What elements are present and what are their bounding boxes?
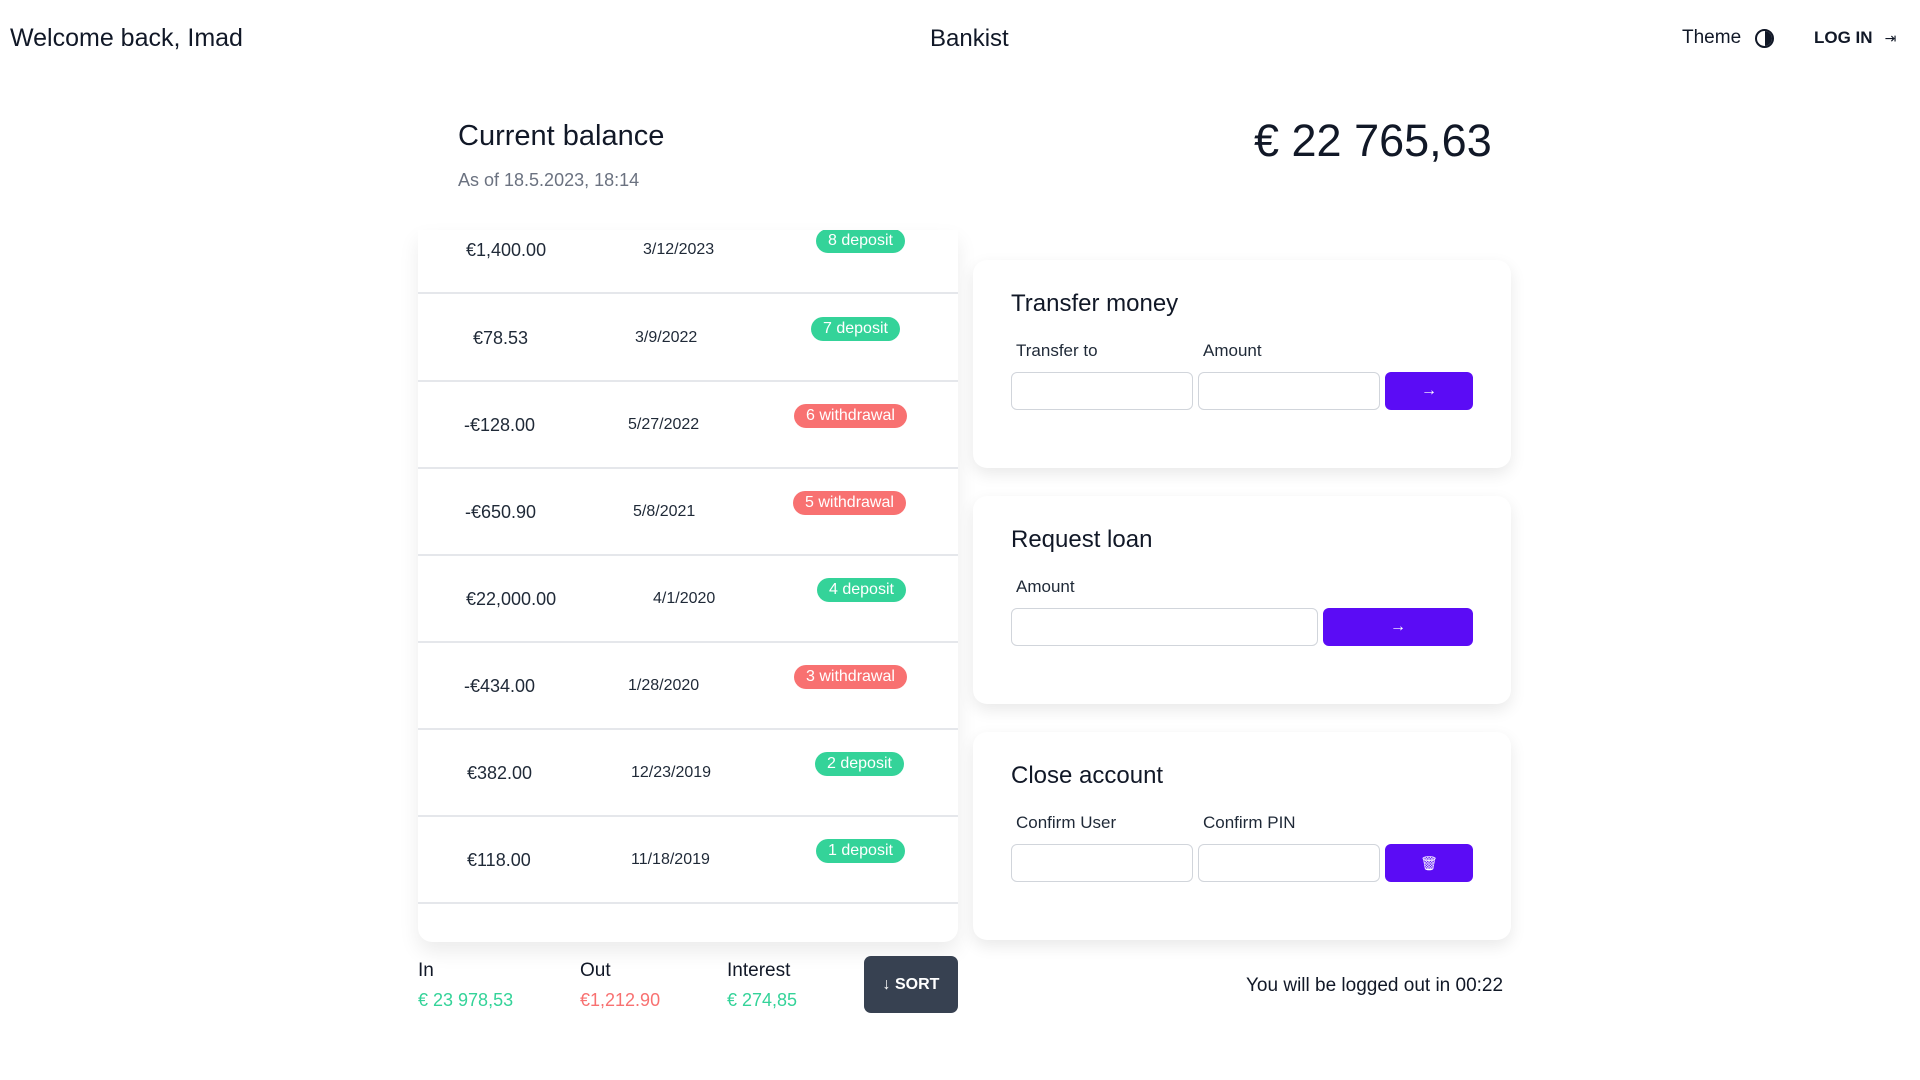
close-account-title: Close account xyxy=(1011,762,1164,789)
movement-date: 5/8/2021 xyxy=(633,503,696,520)
movement-date: 12/23/2019 xyxy=(631,764,712,781)
transfer-submit-button[interactable]: → xyxy=(1385,372,1473,410)
loan-card: Request loan Amount → xyxy=(973,496,1511,704)
movement-date: 11/18/2019 xyxy=(631,851,710,868)
movement-row: -€650.90 5/8/2021 5 withdrawal xyxy=(418,470,958,556)
summary-in-label: In xyxy=(418,960,434,981)
summary-out-value: €1,212.90 xyxy=(580,990,661,1010)
movement-amount: -€650.90 xyxy=(465,502,537,522)
movement-type-badge: 8 deposit xyxy=(816,230,905,253)
movement-amount: €22,000.00 xyxy=(466,589,557,609)
theme-toggle[interactable]: Theme xyxy=(1682,27,1775,49)
movement-amount: -€128.00 xyxy=(464,415,536,435)
trash-icon: 🗑 xyxy=(1420,854,1438,871)
movement-date: 3/12/2023 xyxy=(643,241,715,258)
confirm-user-label: Confirm User xyxy=(1016,813,1117,832)
loan-title: Request loan xyxy=(1011,526,1153,553)
movement-row: €382.00 12/23/2019 2 deposit xyxy=(418,731,958,817)
confirm-user-input[interactable] xyxy=(1011,844,1193,882)
logout-timer: You will be logged out in 00:22 xyxy=(1246,975,1504,996)
movement-type-badge: 4 deposit xyxy=(817,578,906,602)
welcome-message: Welcome back, Imad xyxy=(10,24,243,52)
movement-row: -€128.00 5/27/2022 6 withdrawal xyxy=(418,383,958,469)
movement-date: 3/9/2022 xyxy=(635,329,698,346)
loan-submit-button[interactable]: → xyxy=(1323,608,1473,646)
close-account-card: Close account Confirm User Confirm PIN 🗑 xyxy=(973,732,1511,940)
summary-out-label: Out xyxy=(580,960,611,981)
top-nav: Welcome back, Imad Bankist Theme LOG IN … xyxy=(0,0,1920,80)
confirm-pin-label: Confirm PIN xyxy=(1203,813,1296,832)
balance-date: As of 18.5.2023, 18:14 xyxy=(458,170,640,190)
movement-amount: €1,400.00 xyxy=(466,240,547,260)
transfer-card: Transfer money Transfer to Amount → xyxy=(973,260,1511,468)
loan-amount-label: Amount xyxy=(1016,577,1075,596)
theme-label: Theme xyxy=(1682,27,1742,48)
movement-type-badge: 5 withdrawal xyxy=(793,491,906,515)
login-label: LOG IN xyxy=(1814,28,1873,47)
movement-type-badge: 2 deposit xyxy=(815,752,904,776)
movements-list[interactable]: €1,400.00 3/12/2023 8 deposit €78.53 3/9… xyxy=(418,230,958,942)
sort-button[interactable]: ↓ SORT xyxy=(864,956,958,1013)
summary-interest-value: € 274,85 xyxy=(727,990,798,1010)
movement-date: 5/27/2022 xyxy=(628,416,700,433)
transfer-to-input[interactable] xyxy=(1011,372,1193,410)
movement-amount: -€434.00 xyxy=(464,676,536,696)
confirm-pin-input[interactable] xyxy=(1198,844,1380,882)
summary-in-value: € 23 978,53 xyxy=(418,990,514,1010)
movement-row: €118.00 11/18/2019 1 deposit xyxy=(418,818,958,904)
movement-date: 1/28/2020 xyxy=(628,677,700,694)
movement-type-badge: 3 withdrawal xyxy=(794,665,907,689)
movement-amount: €78.53 xyxy=(473,328,529,348)
app-title: Bankist xyxy=(930,25,1009,52)
movement-row: €22,000.00 4/1/2020 4 deposit xyxy=(418,557,958,643)
movement-date: 4/1/2020 xyxy=(653,590,716,607)
movement-amount: €382.00 xyxy=(467,763,533,783)
login-icon: ⇥ xyxy=(1884,29,1897,46)
summary-interest-label: Interest xyxy=(727,960,791,981)
movement-row: -€434.00 1/28/2020 3 withdrawal xyxy=(418,644,958,730)
movement-type-badge: 6 withdrawal xyxy=(794,404,907,428)
balance-label: Current balance xyxy=(458,120,665,152)
transfer-title: Transfer money xyxy=(1011,290,1179,317)
loan-amount-input[interactable] xyxy=(1011,608,1318,646)
movement-amount: €118.00 xyxy=(467,850,531,870)
transfer-amount-label: Amount xyxy=(1203,341,1262,360)
contrast-icon[interactable] xyxy=(1755,28,1775,48)
movement-row: €78.53 3/9/2022 7 deposit xyxy=(418,296,958,382)
movement-type-badge: 7 deposit xyxy=(811,317,900,341)
close-account-button[interactable]: 🗑 xyxy=(1385,844,1473,882)
arrow-right-icon: → xyxy=(1390,618,1406,635)
movement-type-badge: 1 deposit xyxy=(816,839,905,863)
transfer-amount-input[interactable] xyxy=(1198,372,1380,410)
login-button[interactable]: LOG IN ⇥ xyxy=(1814,28,1896,48)
arrow-right-icon: → xyxy=(1421,382,1437,399)
balance-value: € 22 765,63 xyxy=(1254,115,1492,166)
movement-row: €1,400.00 3/12/2023 8 deposit xyxy=(418,230,958,294)
transfer-to-label: Transfer to xyxy=(1016,341,1098,360)
